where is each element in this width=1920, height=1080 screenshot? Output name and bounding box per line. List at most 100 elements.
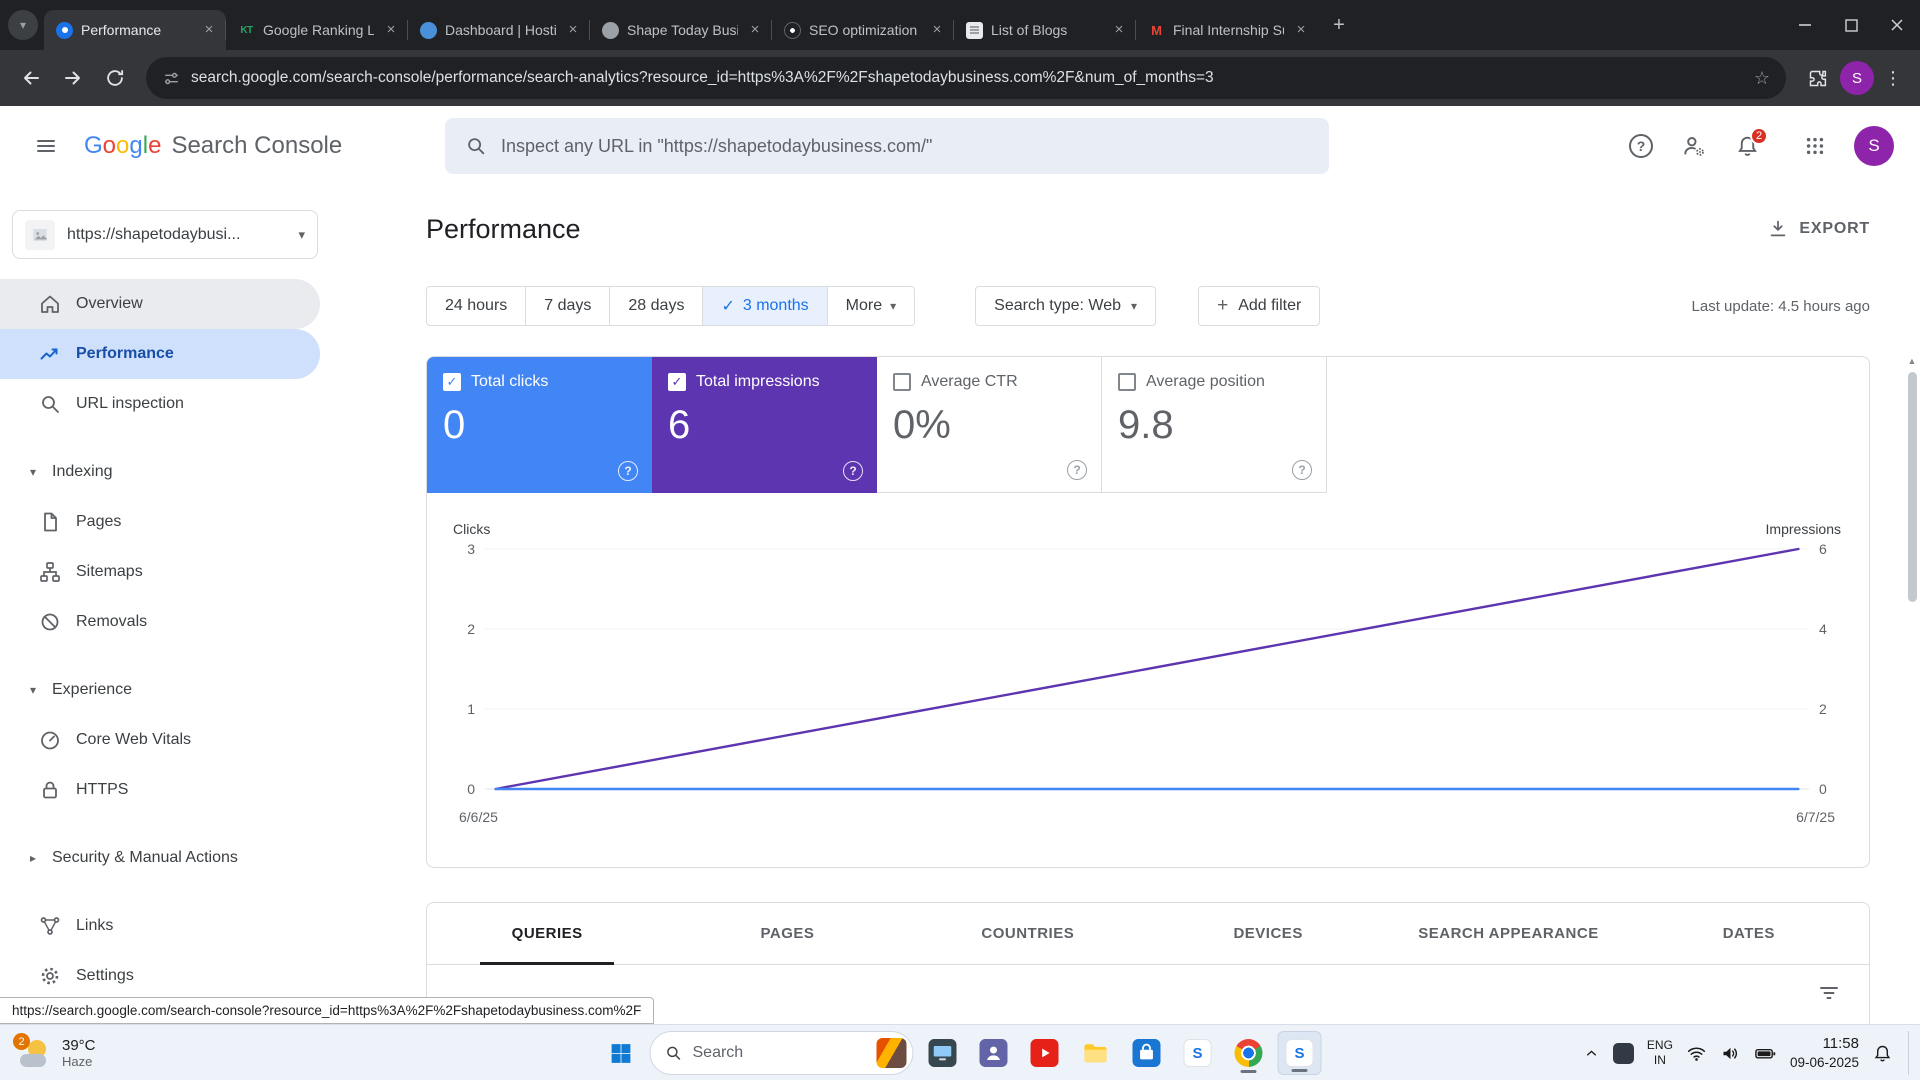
url-bar[interactable]: search.google.com/search-console/perform…	[146, 57, 1786, 99]
reload-button[interactable]	[96, 59, 134, 97]
app-icon-store[interactable]	[1125, 1031, 1169, 1075]
volume-button[interactable]	[1720, 1043, 1741, 1064]
browser-tab-list-of-blogs[interactable]: List of Blogs ×	[954, 10, 1136, 50]
page-scrollbar[interactable]: ▲	[1906, 356, 1918, 602]
metric-card-average-ctr[interactable]: Average CTR 0% ?	[877, 357, 1102, 493]
range-7-days-chip[interactable]: 7 days	[525, 287, 609, 325]
language-switcher[interactable]: ENG IN	[1647, 1038, 1673, 1068]
export-button[interactable]: EXPORT	[1767, 218, 1870, 240]
sidebar-item-https[interactable]: HTTPS	[0, 765, 320, 815]
help-icon[interactable]: ?	[618, 461, 638, 481]
sidebar-item-sitemaps[interactable]: Sitemaps	[0, 547, 320, 597]
browser-tab-google-ranking[interactable]: KT Google Ranking Live ×	[226, 10, 408, 50]
help-icon[interactable]: ?	[1292, 460, 1312, 480]
checkbox-unchecked[interactable]	[1118, 373, 1136, 391]
app-icon-monitor[interactable]	[921, 1031, 965, 1075]
taskbar-search[interactable]: Search	[650, 1031, 914, 1075]
browser-tab-shape-today[interactable]: Shape Today Busines ×	[590, 10, 772, 50]
tab-search-button[interactable]: ▾	[8, 10, 38, 40]
battery-button[interactable]	[1754, 1042, 1777, 1065]
tab-countries[interactable]: COUNTRIES	[908, 903, 1148, 964]
browser-tab-seo-optimization[interactable]: SEO optimization rec ×	[772, 10, 954, 50]
account-avatar[interactable]: S	[1854, 126, 1894, 166]
browser-tab-performance[interactable]: Performance ×	[44, 10, 226, 50]
notifications-button[interactable]: 2	[1735, 134, 1760, 159]
back-button[interactable]	[12, 59, 50, 97]
checkbox-checked[interactable]: ✓	[443, 373, 461, 391]
range-24-hours-chip[interactable]: 24 hours	[427, 287, 525, 325]
tab-close-icon[interactable]: ×	[928, 21, 946, 39]
sidebar-item-settings[interactable]: Settings	[0, 951, 320, 1001]
range-3-months-chip[interactable]: ✓3 months	[702, 287, 826, 325]
minimize-button[interactable]	[1782, 0, 1828, 50]
tab-pages[interactable]: PAGES	[667, 903, 907, 964]
app-icon-teams[interactable]	[972, 1031, 1016, 1075]
app-icon-youtube[interactable]	[1023, 1031, 1067, 1075]
weather-widget[interactable]: 2 39°C Haze	[10, 1031, 104, 1075]
help-icon[interactable]: ?	[1629, 134, 1653, 158]
sidebar-item-performance[interactable]: Performance	[0, 329, 320, 379]
range-28-days-chip[interactable]: 28 days	[609, 287, 702, 325]
tab-search-appearance[interactable]: SEARCH APPEARANCE	[1388, 903, 1628, 964]
metric-card-average-position[interactable]: Average position 9.8 ?	[1102, 357, 1327, 493]
app-icon-file-explorer[interactable]	[1074, 1031, 1118, 1075]
hamburger-menu-button[interactable]	[26, 126, 66, 166]
taskbar-clock[interactable]: 11:58 09-06-2025	[1790, 1034, 1859, 1071]
help-icon[interactable]: ?	[843, 461, 863, 481]
search-type-chip[interactable]: Search type: Web▾	[975, 286, 1156, 326]
tab-close-icon[interactable]: ×	[200, 21, 218, 39]
tab-close-icon[interactable]: ×	[382, 21, 400, 39]
show-desktop-strip[interactable]	[1908, 1031, 1912, 1075]
bookmark-star-icon[interactable]: ☆	[1754, 68, 1770, 89]
tab-close-icon[interactable]: ×	[1292, 21, 1310, 39]
metric-card-total-clicks[interactable]: ✓Total clicks 0 ?	[427, 357, 652, 493]
checkbox-unchecked[interactable]	[893, 373, 911, 391]
browser-tab-dashboard[interactable]: Dashboard | Hosting ×	[408, 10, 590, 50]
property-selector[interactable]: https://shapetodaybusi... ▾	[12, 210, 318, 259]
url-inspect-input[interactable]	[501, 136, 1309, 157]
new-tab-button[interactable]: +	[1324, 10, 1354, 40]
google-apps-button[interactable]	[1804, 135, 1826, 157]
browser-tab-gmail[interactable]: M Final Internship Sum ×	[1136, 10, 1318, 50]
tray-hidden-app-icon[interactable]	[1613, 1043, 1634, 1064]
url-inspect-searchbar[interactable]	[445, 118, 1329, 174]
user-settings-button[interactable]	[1681, 133, 1707, 159]
extensions-button[interactable]	[1798, 59, 1836, 97]
tab-dates[interactable]: DATES	[1629, 903, 1869, 964]
help-icon[interactable]: ?	[1067, 460, 1087, 480]
tab-close-icon[interactable]: ×	[746, 21, 764, 39]
metric-card-total-impressions[interactable]: ✓Total impressions 6 ?	[652, 357, 877, 493]
app-icon-chrome[interactable]	[1227, 1031, 1271, 1075]
sidebar-section-indexing[interactable]: ▾ Indexing	[0, 447, 330, 497]
start-button[interactable]	[599, 1031, 643, 1075]
tab-queries[interactable]: QUERIES	[427, 903, 667, 964]
sidebar-item-url-inspection[interactable]: URL inspection	[0, 379, 320, 429]
forward-button[interactable]	[54, 59, 92, 97]
notifications-tray-button[interactable]	[1872, 1043, 1893, 1064]
sidebar-item-removals[interactable]: Removals	[0, 597, 320, 647]
scroll-up-arrow[interactable]: ▲	[1908, 356, 1917, 366]
close-button[interactable]	[1874, 0, 1920, 50]
range-more-chip[interactable]: More▾	[827, 287, 914, 325]
wifi-button[interactable]	[1686, 1043, 1707, 1064]
sidebar-section-experience[interactable]: ▾ Experience	[0, 665, 330, 715]
tab-devices[interactable]: DEVICES	[1148, 903, 1388, 964]
app-icon-search-console[interactable]: S	[1278, 1031, 1322, 1075]
sidebar-section-security[interactable]: ▸ Security & Manual Actions	[0, 833, 330, 883]
add-filter-chip[interactable]: +Add filter	[1198, 286, 1320, 326]
tab-close-icon[interactable]: ×	[1110, 21, 1128, 39]
sidebar-item-pages[interactable]: Pages	[0, 497, 320, 547]
checkbox-checked[interactable]: ✓	[668, 373, 686, 391]
maximize-button[interactable]	[1828, 0, 1874, 50]
app-icon-notes[interactable]: S	[1176, 1031, 1220, 1075]
sidebar-item-links[interactable]: Links	[0, 901, 320, 951]
browser-profile-avatar[interactable]: S	[1840, 61, 1874, 95]
search-console-logo[interactable]: Google Search Console	[84, 132, 342, 160]
scrollbar-thumb[interactable]	[1908, 372, 1917, 602]
tray-expand-button[interactable]	[1583, 1045, 1600, 1062]
chart-plot-area[interactable]	[485, 543, 1809, 795]
tab-close-icon[interactable]: ×	[564, 21, 582, 39]
sidebar-item-core-web-vitals[interactable]: Core Web Vitals	[0, 715, 320, 765]
sidebar-item-overview[interactable]: Overview	[0, 279, 320, 329]
browser-menu-icon[interactable]: ⋮	[1878, 68, 1908, 89]
